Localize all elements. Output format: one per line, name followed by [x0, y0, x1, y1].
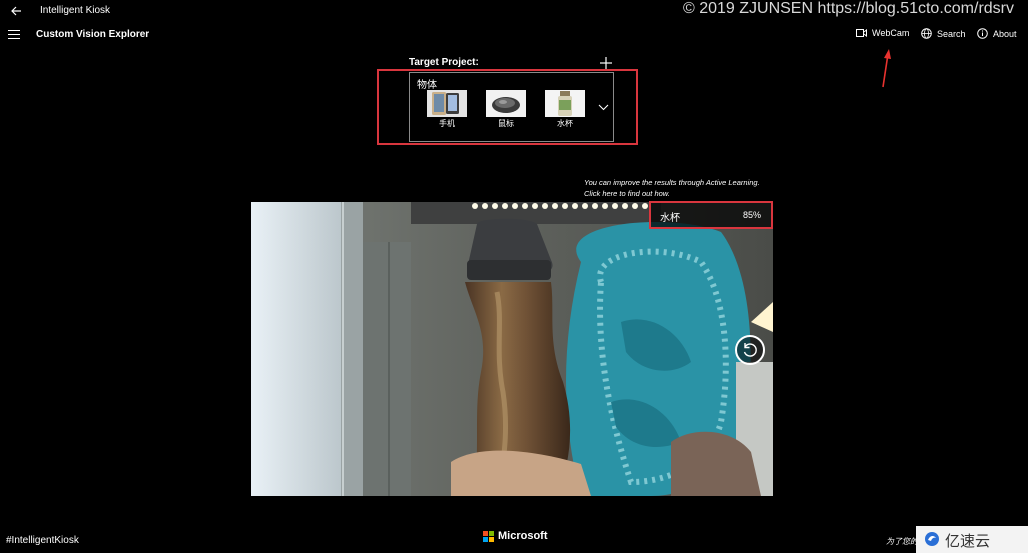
webcam-photo — [251, 202, 773, 496]
tag-label: 水杯 — [557, 119, 573, 128]
microsoft-logo-icon — [483, 530, 494, 542]
project-selector[interactable]: 物体 手机 鼠标 水杯 — [409, 72, 614, 142]
webcam-icon — [856, 29, 867, 37]
microsoft-wordmark: Microsoft — [498, 530, 548, 542]
microsoft-logo: Microsoft — [483, 530, 548, 542]
target-project-label: Target Project: — [409, 57, 479, 68]
refresh-icon — [743, 343, 757, 357]
hamburger-menu-icon[interactable] — [8, 30, 20, 40]
active-learning-line-1: You can improve the results through Acti… — [584, 178, 760, 187]
watermark-text: © 2019 ZJUNSEN https://blog.51cto.com/rd… — [682, 0, 1014, 17]
yisu-logo-icon — [925, 532, 939, 546]
globe-icon — [921, 28, 932, 39]
tag-bottle: 水杯 — [543, 90, 587, 129]
page-title: Custom Vision Explorer — [36, 29, 150, 40]
footer-note: 为了您的 — [886, 537, 918, 546]
mouse-thumbnail-icon — [486, 90, 526, 117]
nav-webcam-button[interactable]: WebCam — [856, 28, 909, 38]
yisu-watermark: 亿速云 — [916, 526, 1028, 553]
tag-phone: 手机 — [425, 90, 469, 129]
add-project-icon[interactable] — [599, 56, 613, 70]
bottle-thumbnail-icon — [545, 90, 585, 117]
info-icon — [977, 28, 988, 39]
webcam-preview — [251, 202, 773, 496]
tag-label: 手机 — [439, 119, 455, 128]
yisu-text: 亿速云 — [945, 532, 991, 550]
result-highlight-box — [649, 201, 773, 229]
active-learning-line-2: Click here to find out how. — [584, 189, 670, 198]
back-arrow-icon[interactable] — [8, 3, 24, 19]
nav-about-button[interactable]: About — [977, 28, 1017, 39]
nav-search-label: Search — [937, 28, 966, 39]
project-name: 物体 — [417, 80, 437, 91]
phone-thumbnail-icon — [427, 90, 467, 117]
nav-search-button[interactable]: Search — [921, 28, 966, 39]
nav-about-label: About — [993, 28, 1017, 39]
retake-button[interactable] — [735, 335, 765, 365]
annotation-arrow-icon — [882, 49, 891, 88]
active-learning-link[interactable]: You can improve the results through Acti… — [584, 177, 760, 199]
app-title: Intelligent Kiosk — [40, 5, 111, 16]
chevron-down-icon[interactable] — [598, 103, 609, 111]
footer-hashtag: #IntelligentKiosk — [6, 535, 79, 546]
tag-label: 鼠标 — [498, 119, 514, 128]
tag-mouse: 鼠标 — [484, 90, 528, 129]
nav-webcam-label: WebCam — [872, 28, 910, 38]
title-bar: Intelligent Kiosk © 2019 ZJUNSEN https:/… — [0, 0, 1028, 22]
